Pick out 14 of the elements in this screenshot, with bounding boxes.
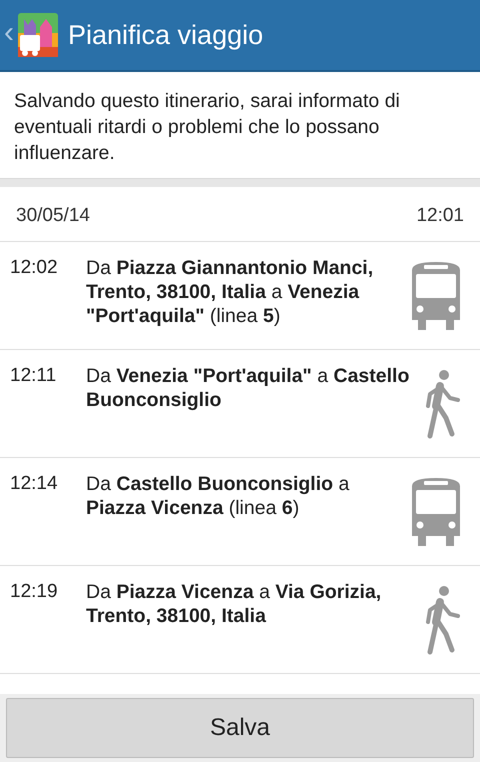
step-time: 12:02 bbox=[10, 256, 59, 280]
trip-date: 30/05/14 bbox=[16, 205, 90, 227]
step-time: 12:11 bbox=[10, 364, 58, 388]
step-time: 12:19 bbox=[10, 580, 59, 604]
step-description: Da Venezia "Port'aquila" a Castello Buonconsiglio bbox=[86, 364, 410, 412]
screen-title: Pianifica viaggio bbox=[68, 20, 264, 50]
trip-time: 12:01 bbox=[416, 205, 464, 227]
app-logo-icon bbox=[18, 13, 58, 57]
notice-text: Salvando questo itinerario, sarai informato di eventuali ritardi o problemi che lo possano influenzare. bbox=[13, 89, 401, 166]
step-time: 12:14 bbox=[10, 472, 59, 496]
save-button[interactable]: Salva bbox=[6, 698, 474, 758]
step-description: Da Piazza Vicenza a Via Gorizia, Trento, 38100, Italia bbox=[86, 580, 382, 628]
step-description: Da Piazza Giannantonio Manci, Trento, 38100, Italia a Venezia "Port'aquila" (linea 5) bbox=[86, 256, 374, 328]
step-description: Da Castello Buonconsiglio a Piazza Vicenza (linea 6) bbox=[86, 472, 350, 520]
